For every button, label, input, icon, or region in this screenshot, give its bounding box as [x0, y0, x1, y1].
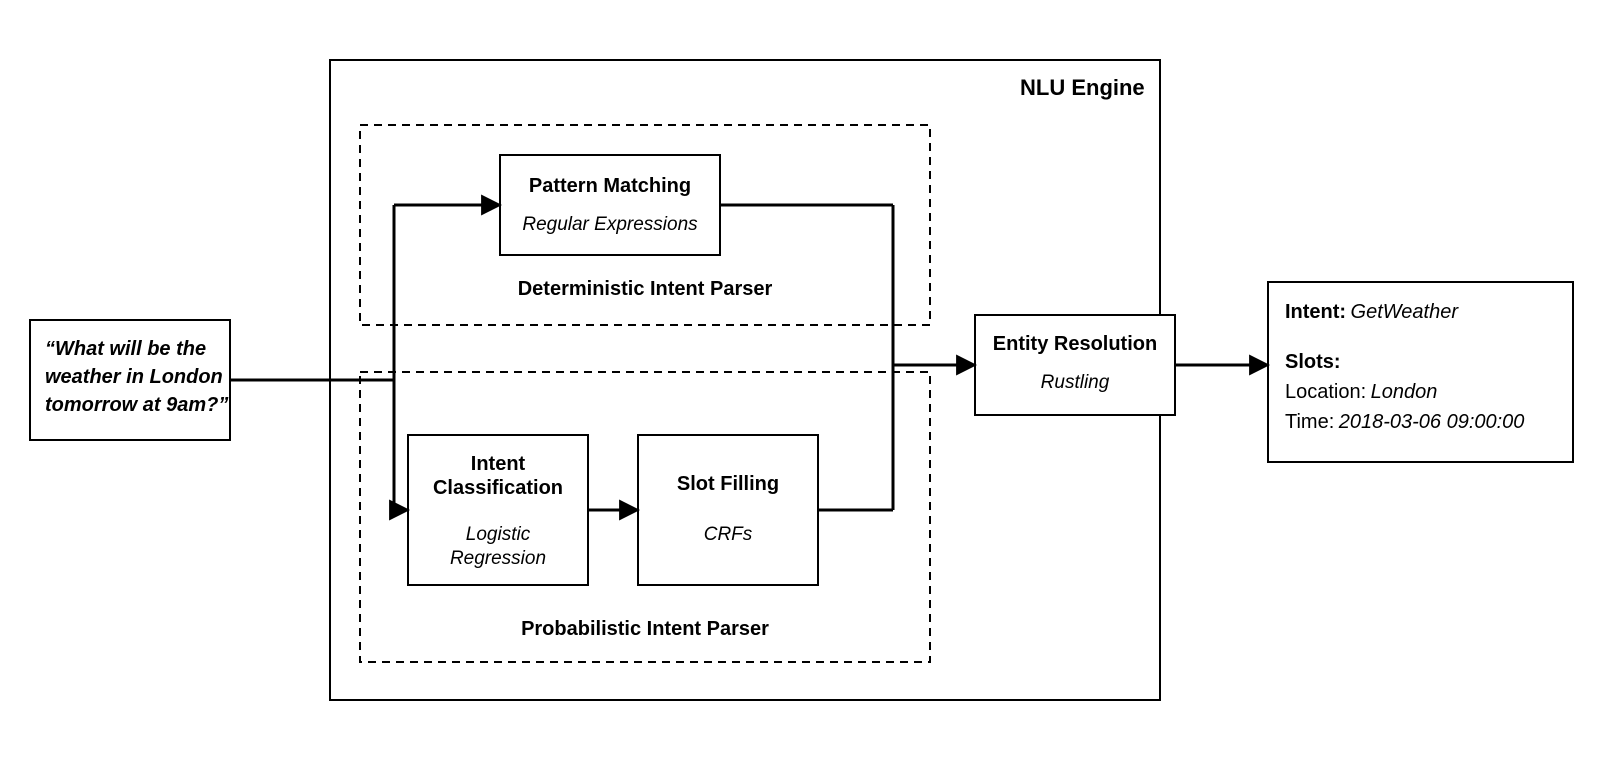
- entity-resolution-sub: Rustling: [1041, 372, 1110, 393]
- pattern-matching-title: Pattern Matching: [529, 175, 691, 197]
- output-intent-line: Intent: GetWeather: [1285, 301, 1459, 323]
- output-location-line: Location: London: [1285, 381, 1437, 403]
- output-time-line: Time: 2018-03-06 09:00:00: [1285, 411, 1524, 433]
- pattern-matching-sub: Regular Expressions: [522, 214, 698, 235]
- output-box: Intent: GetWeather Slots: Location: Lond…: [1268, 282, 1573, 462]
- intent-classification-box: Intent Classification Logistic Regressio…: [408, 435, 588, 585]
- slot-filling-title: Slot Filling: [677, 473, 779, 495]
- slot-filling-sub: CRFs: [704, 524, 753, 545]
- input-box: “What will be the weather in London tomo…: [30, 320, 230, 440]
- deterministic-caption: Deterministic Intent Parser: [518, 278, 773, 300]
- probabilistic-caption: Probabilistic Intent Parser: [521, 618, 769, 640]
- slot-filling-box: Slot Filling CRFs: [638, 435, 818, 585]
- output-slots-label: Slots:: [1285, 351, 1341, 373]
- input-text-line3: tomorrow at 9am?”: [45, 394, 228, 416]
- intent-classification-sub-l1: Logistic: [466, 524, 531, 545]
- nlu-engine-title: NLU Engine: [1020, 75, 1145, 100]
- entity-resolution-box: Entity Resolution Rustling: [975, 315, 1175, 415]
- input-text-line1: “What will be the: [45, 338, 206, 360]
- intent-classification-title-l2: Classification: [433, 477, 563, 499]
- nlu-diagram: “What will be the weather in London tomo…: [0, 0, 1600, 763]
- intent-classification-sub-l2: Regression: [450, 548, 546, 569]
- intent-classification-title-l1: Intent: [471, 453, 526, 475]
- input-text-line2: weather in London: [45, 366, 223, 388]
- pattern-matching-box: Pattern Matching Regular Expressions: [500, 155, 720, 255]
- entity-resolution-title: Entity Resolution: [993, 333, 1157, 355]
